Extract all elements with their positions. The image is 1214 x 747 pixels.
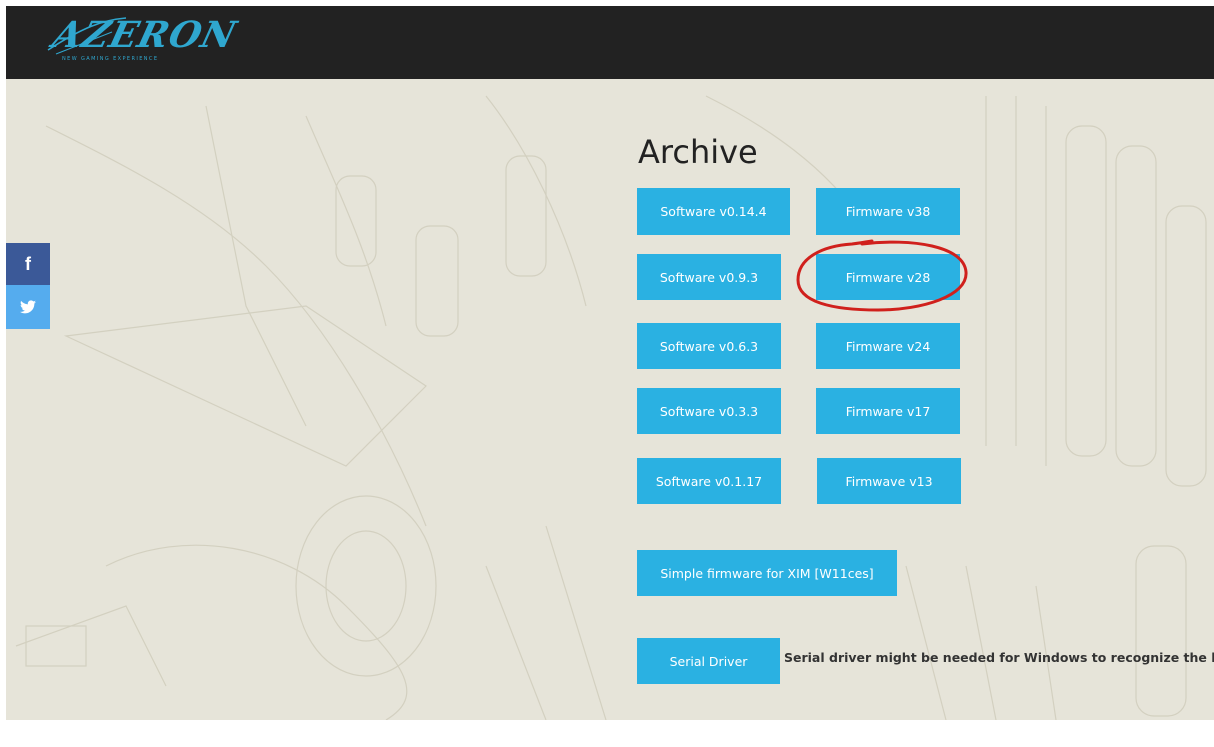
serial-driver-button[interactable]: Serial Driver	[637, 638, 780, 684]
software-v0-6-3-button[interactable]: Software v0.6.3	[637, 323, 781, 369]
serial-driver-note: Serial driver might be needed for Window…	[784, 650, 1214, 665]
software-v0-14-4-button[interactable]: Software v0.14.4	[637, 188, 790, 235]
logo-text: AZERON	[48, 14, 242, 56]
software-v0-1-17-button[interactable]: Software v0.1.17	[637, 458, 781, 504]
azeron-logo[interactable]: AZERON NEW GAMING EXPERIENCE	[42, 10, 241, 68]
top-navbar: AZERON NEW GAMING EXPERIENCE	[6, 6, 1214, 79]
firmware-v28-button[interactable]: Firmware v28	[816, 254, 960, 300]
page: AZERON NEW GAMING EXPERIENCE f Archive S…	[6, 6, 1214, 720]
facebook-icon: f	[25, 253, 31, 274]
firmware-v13-button[interactable]: Firmwave v13	[817, 458, 961, 504]
software-v0-3-3-button[interactable]: Software v0.3.3	[637, 388, 781, 434]
facebook-share-button[interactable]: f	[6, 243, 50, 285]
software-v0-9-3-button[interactable]: Software v0.9.3	[637, 254, 781, 300]
firmware-v17-button[interactable]: Firmware v17	[816, 388, 960, 434]
logo-tagline: NEW GAMING EXPERIENCE	[62, 56, 159, 62]
firmware-v38-button[interactable]: Firmware v38	[816, 188, 960, 235]
twitter-share-button[interactable]	[6, 285, 50, 329]
twitter-icon	[20, 300, 36, 314]
social-share-bar: f	[6, 243, 50, 329]
xim-firmware-button[interactable]: Simple firmware for XIM [W11ces]	[637, 550, 897, 596]
background-sketch	[15, 95, 1207, 720]
archive-title: Archive	[638, 133, 758, 171]
firmware-v24-button[interactable]: Firmware v24	[816, 323, 960, 369]
